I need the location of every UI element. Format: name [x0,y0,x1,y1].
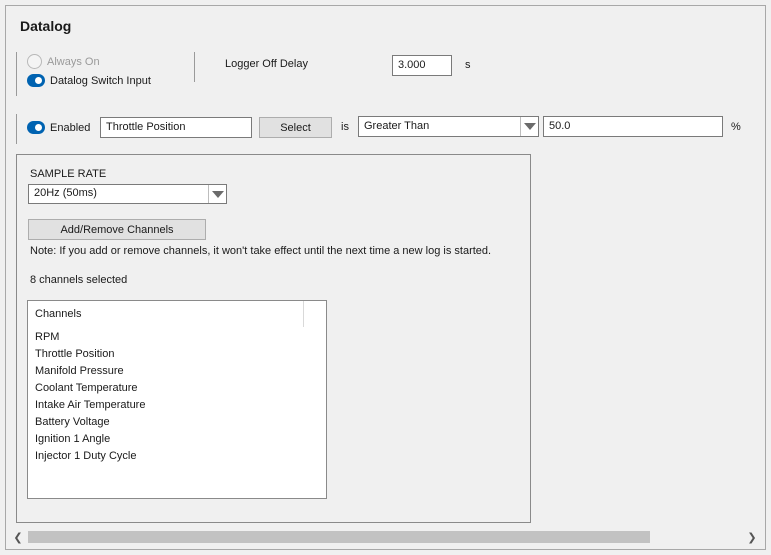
toggle-on-icon [27,121,45,134]
toggle-on-icon [27,74,45,87]
list-item[interactable]: Manifold Pressure [28,363,326,380]
add-remove-channels-button[interactable]: Add/Remove Channels [28,219,206,240]
vertical-divider [194,52,195,82]
datalog-switch-input-toggle[interactable]: Datalog Switch Input [27,74,151,87]
horizontal-scrollbar[interactable]: ❮ ❯ [11,528,761,546]
radio-circle-icon [27,54,42,69]
sample-rate-value: 20Hz (50ms) [34,187,97,199]
dropdown-arrow-icon[interactable] [520,117,538,136]
trigger-enabled-toggle[interactable]: Enabled [27,121,90,134]
panel-title: Datalog [20,18,72,34]
list-item[interactable]: RPM [28,329,326,346]
threshold-input[interactable]: 50.0 [543,116,723,137]
radio-group-border [16,52,17,96]
channels-listbox[interactable]: Channels RPM Throttle Position Manifold … [27,300,327,499]
datalog-switch-input-label: Datalog Switch Input [50,74,151,87]
always-on-label: Always On [47,55,100,68]
logger-off-delay-input[interactable]: 3.000 [392,55,452,76]
channels-selected-count: 8 channels selected [30,274,128,286]
scrollbar-thumb[interactable] [28,531,650,543]
list-item[interactable]: Battery Voltage [28,414,326,431]
select-channel-button[interactable]: Select [259,117,332,138]
operator-dropdown[interactable]: Greater Than [358,116,539,137]
list-item[interactable]: Intake Air Temperature [28,397,326,414]
list-item[interactable]: Coolant Temperature [28,380,326,397]
channels-list-header: Channels [28,301,326,327]
list-item[interactable]: Throttle Position [28,346,326,363]
channels-note: Note: If you add or remove channels, it … [30,245,492,257]
logger-off-delay-unit: s [465,59,471,71]
scroll-left-icon[interactable]: ❮ [13,531,23,544]
sample-rate-label: SAMPLE RATE [30,168,107,180]
list-item[interactable]: Injector 1 Duty Cycle [28,448,326,465]
list-item[interactable]: Ignition 1 Angle [28,431,326,448]
channels-column-header[interactable]: Channels [28,301,304,327]
operator-value: Greater Than [364,120,430,132]
scroll-right-icon[interactable]: ❯ [747,531,757,544]
sample-rate-dropdown[interactable]: 20Hz (50ms) [28,184,227,204]
is-label: is [341,121,349,133]
trigger-channel-input[interactable]: Throttle Position [100,117,252,138]
trigger-enabled-label: Enabled [50,121,91,134]
logger-off-delay-label: Logger Off Delay [225,58,308,70]
dropdown-arrow-icon[interactable] [208,185,226,203]
always-on-radio[interactable]: Always On [27,54,100,69]
trigger-group-border [16,114,17,144]
threshold-unit: % [731,121,741,133]
